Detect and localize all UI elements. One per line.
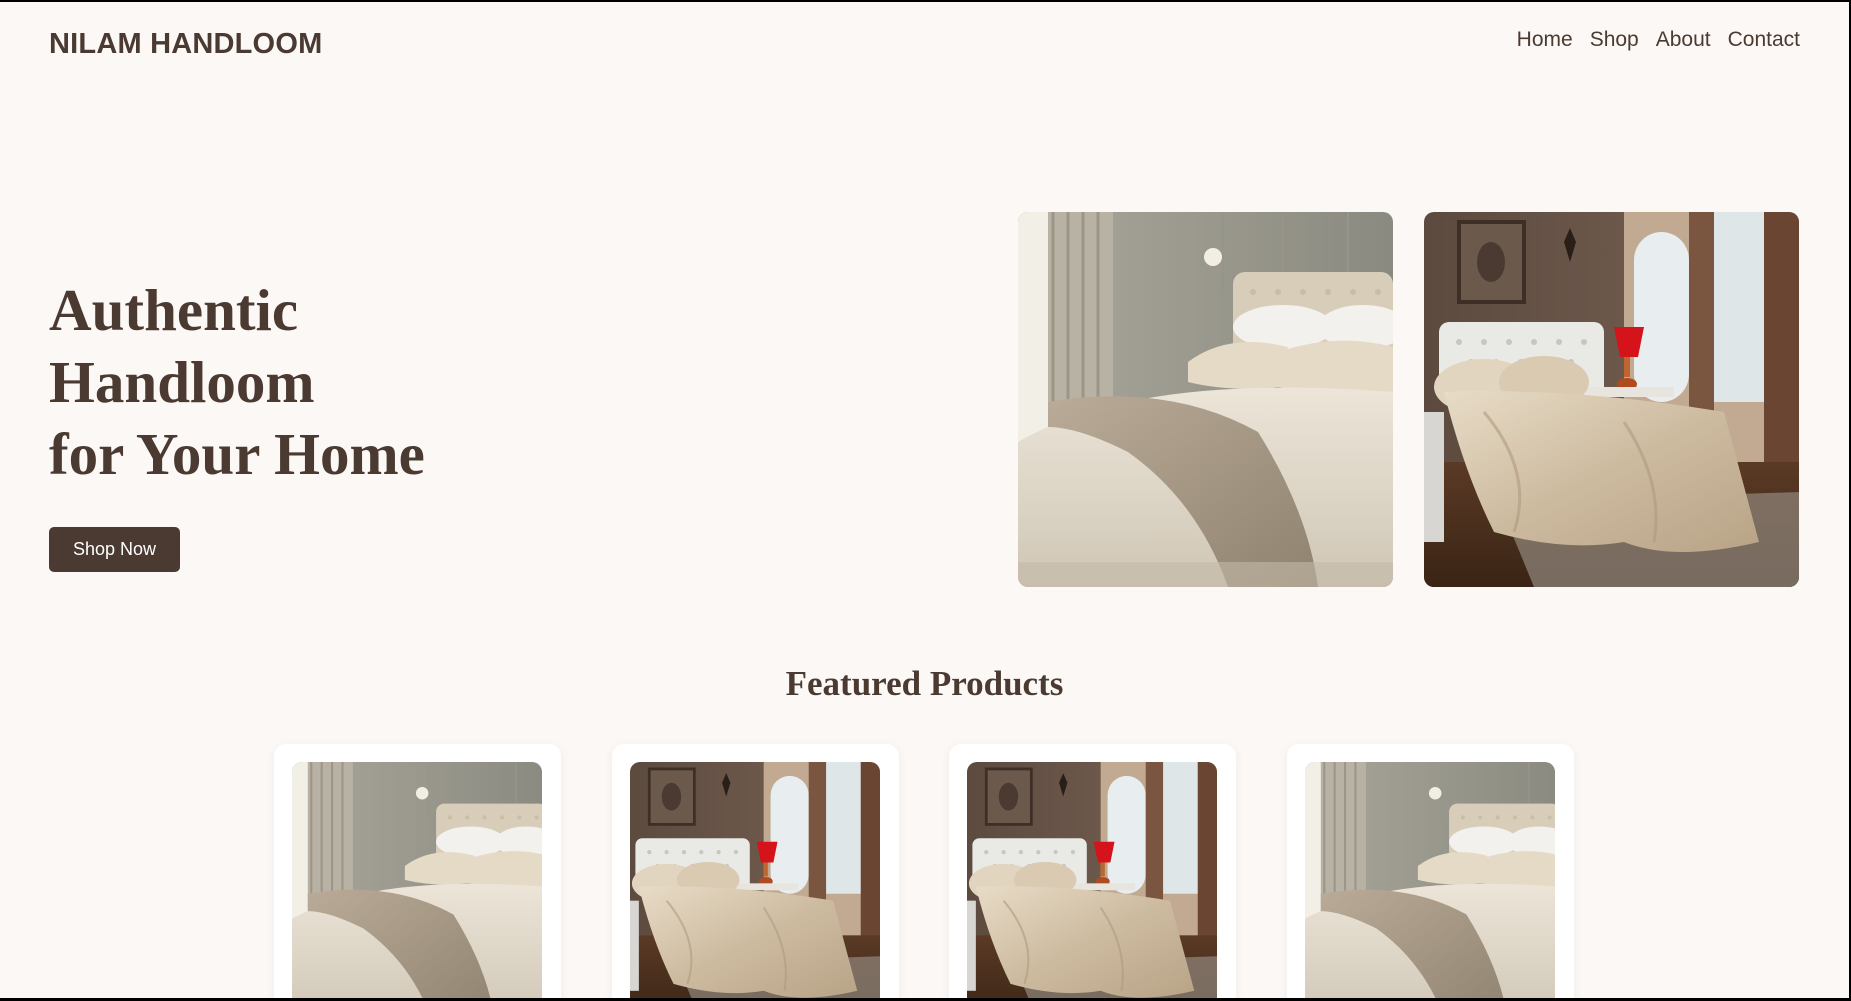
nav-contact-link[interactable]: Contact <box>1728 28 1800 52</box>
product-card[interactable] <box>274 744 561 998</box>
product-image[interactable] <box>1305 762 1555 998</box>
shop-now-button[interactable]: Shop Now <box>49 527 180 572</box>
main-nav: Home Shop About Contact <box>1517 28 1800 52</box>
hero-image-linen-bedroom <box>1018 212 1393 587</box>
hero-image-satin-bedroom <box>1424 212 1799 587</box>
hero-title-line: Handloom <box>49 349 315 415</box>
nav-about-link[interactable]: About <box>1656 28 1711 52</box>
product-card[interactable] <box>949 744 1236 998</box>
product-card[interactable] <box>612 744 899 998</box>
product-card[interactable] <box>1287 744 1574 998</box>
hero-title-line: Authentic <box>49 277 299 343</box>
hero-title: Authentic Handloom for Your Home <box>49 274 569 490</box>
page-viewport: NILAM HANDLOOM Home Shop About Contact A… <box>0 2 1849 998</box>
nav-home-link[interactable]: Home <box>1517 28 1573 52</box>
hero-title-line: for Your Home <box>49 421 425 487</box>
featured-products-title: Featured Products <box>785 664 1064 703</box>
nav-shop-link[interactable]: Shop <box>1590 28 1639 52</box>
brand-logo[interactable]: NILAM HANDLOOM <box>49 28 322 61</box>
product-image[interactable] <box>292 762 542 998</box>
product-image[interactable] <box>967 762 1217 998</box>
product-image[interactable] <box>630 762 880 998</box>
